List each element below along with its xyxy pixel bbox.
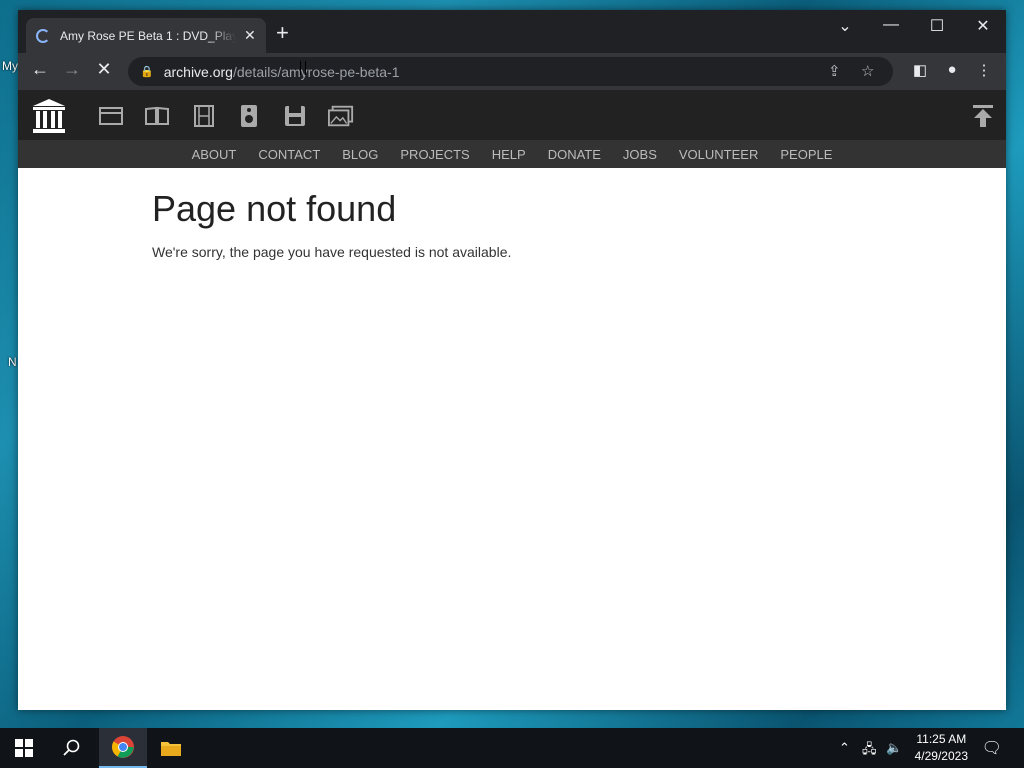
search-button[interactable] bbox=[48, 728, 96, 768]
error-message: We're sorry, the page you have requested… bbox=[152, 244, 512, 260]
browser-window: Amy Rose PE Beta 1 : DVD_Player ✕ + ⌄ — … bbox=[18, 10, 1006, 710]
web-page: ABOUT CONTACT BLOG PROJECTS HELP DONATE … bbox=[18, 90, 1006, 710]
nav-link-jobs[interactable]: JOBS bbox=[623, 147, 657, 162]
maximize-button[interactable]: ☐ bbox=[922, 16, 952, 36]
nav-link-donate[interactable]: DONATE bbox=[548, 147, 601, 162]
browser-toolbar: ← → ✕ 🔒 archive.org/details/amyrose-pe-b… bbox=[18, 53, 1006, 90]
folder-icon bbox=[161, 742, 181, 756]
ia-secondary-nav: ABOUT CONTACT BLOG PROJECTS HELP DONATE … bbox=[18, 140, 1006, 168]
nav-link-projects[interactable]: PROJECTS bbox=[400, 147, 469, 162]
taskbar-file-explorer[interactable] bbox=[147, 728, 195, 768]
internet-archive-logo-icon[interactable] bbox=[32, 98, 66, 134]
audio-speaker-icon[interactable] bbox=[236, 104, 262, 128]
windows-taskbar: ⌃ 🖧 🔈 11:25 AM 4/29/2023 🗨 bbox=[0, 728, 1024, 768]
nav-link-about[interactable]: ABOUT bbox=[192, 147, 237, 162]
volume-icon[interactable]: 🔈 bbox=[886, 740, 902, 756]
tab-strip: Amy Rose PE Beta 1 : DVD_Player ✕ + ⌄ — … bbox=[18, 10, 1006, 53]
images-icon[interactable] bbox=[328, 104, 354, 128]
text-cursor-icon bbox=[300, 61, 306, 75]
software-floppy-icon[interactable] bbox=[282, 104, 308, 128]
nav-link-people[interactable]: PEOPLE bbox=[780, 147, 832, 162]
desktop-icon-label[interactable]: My bbox=[2, 59, 18, 73]
search-icon bbox=[63, 739, 80, 756]
nav-link-contact[interactable]: CONTACT bbox=[258, 147, 320, 162]
loading-spinner-icon bbox=[36, 28, 50, 43]
video-film-icon[interactable] bbox=[191, 104, 217, 128]
nav-link-help[interactable]: HELP bbox=[492, 147, 526, 162]
taskbar-chrome[interactable] bbox=[99, 728, 147, 768]
tab-title: Amy Rose PE Beta 1 : DVD_Player bbox=[60, 28, 236, 43]
browser-tab[interactable]: Amy Rose PE Beta 1 : DVD_Player ✕ bbox=[26, 18, 266, 53]
profile-icon[interactable]: ● bbox=[941, 61, 963, 78]
tab-close-icon[interactable]: ✕ bbox=[244, 27, 256, 44]
nav-link-volunteer[interactable]: VOLUNTEER bbox=[679, 147, 758, 162]
close-window-button[interactable]: ✕ bbox=[968, 16, 998, 36]
url-host: archive.org bbox=[163, 63, 233, 80]
url-path: /details/amyrose-pe-beta-1 bbox=[232, 63, 400, 80]
desktop-icon-label[interactable]: N bbox=[8, 355, 17, 369]
windows-logo-icon bbox=[15, 739, 33, 757]
chrome-icon bbox=[112, 736, 134, 758]
stop-loading-button[interactable]: ✕ bbox=[91, 59, 117, 80]
clock-time: 11:25 AM bbox=[916, 732, 967, 746]
new-tab-button[interactable]: + bbox=[276, 22, 289, 44]
clock-date: 4/29/2023 bbox=[914, 749, 968, 763]
start-button[interactable] bbox=[0, 728, 48, 768]
ia-top-bar bbox=[18, 90, 1006, 140]
error-content: Page not found We're sorry, the page you… bbox=[152, 188, 511, 260]
share-icon[interactable]: ⇪ bbox=[828, 62, 841, 80]
bookmark-star-icon[interactable]: ☆ bbox=[861, 62, 874, 80]
notification-center-icon[interactable]: 🗨 bbox=[982, 738, 1002, 758]
address-bar[interactable]: 🔒 archive.org/details/amyrose-pe-beta-1 … bbox=[128, 57, 893, 86]
minimize-button[interactable]: — bbox=[876, 16, 906, 34]
web-archive-icon[interactable] bbox=[98, 104, 124, 128]
side-panel-icon[interactable]: ◧ bbox=[909, 61, 931, 79]
back-button[interactable]: ← bbox=[27, 59, 53, 80]
page-title: Page not found bbox=[152, 188, 397, 229]
taskbar-clock[interactable]: 11:25 AM 4/29/2023 bbox=[915, 731, 968, 765]
network-icon[interactable]: 🖧 bbox=[862, 740, 877, 762]
upload-icon[interactable] bbox=[972, 104, 994, 128]
texts-book-icon[interactable] bbox=[144, 104, 170, 128]
show-hidden-icons-icon[interactable]: ⌃ bbox=[839, 740, 850, 756]
forward-button[interactable]: → bbox=[59, 59, 85, 80]
menu-kebab-icon[interactable]: ⋮ bbox=[973, 61, 995, 79]
nav-link-blog[interactable]: BLOG bbox=[342, 147, 378, 162]
tab-search-icon[interactable]: ⌄ bbox=[830, 16, 860, 36]
lock-icon[interactable]: 🔒 bbox=[140, 65, 154, 78]
